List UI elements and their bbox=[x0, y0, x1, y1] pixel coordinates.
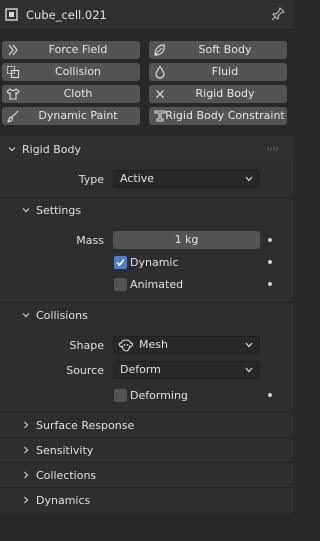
soft-body-label: Soft Body bbox=[198, 43, 252, 56]
settings-title: Settings bbox=[36, 204, 82, 217]
collision-icon bbox=[6, 65, 20, 79]
source-label: Source bbox=[66, 364, 104, 377]
rigid-body-panel-title: Rigid Body bbox=[22, 143, 81, 156]
cloth-icon bbox=[6, 88, 20, 100]
mesh-monkey-icon bbox=[118, 339, 134, 352]
chevron-down-icon bbox=[22, 208, 30, 213]
deforming-checkbox[interactable] bbox=[114, 389, 127, 402]
rigid-body-constraint-icon bbox=[154, 110, 166, 122]
soft-body-button[interactable]: Soft Body bbox=[149, 41, 287, 59]
collisions-title: Collisions bbox=[36, 309, 88, 322]
dynamic-paint-icon bbox=[7, 110, 19, 123]
mass-field[interactable]: 1 kg bbox=[113, 231, 260, 249]
source-value: Deform bbox=[120, 363, 161, 376]
keyframe-dot-icon[interactable] bbox=[268, 282, 272, 286]
force-field-icon bbox=[8, 44, 18, 56]
collision-label: Collision bbox=[54, 65, 102, 78]
properties-header: Cube_cell.021 bbox=[0, 0, 293, 30]
dropdown-arrow-icon bbox=[245, 367, 253, 373]
object-name: Cube_cell.021 bbox=[26, 8, 107, 22]
empty-area bbox=[0, 513, 293, 541]
checkmark-icon bbox=[116, 258, 125, 267]
force-field-label: Force Field bbox=[48, 43, 108, 56]
collections-title: Collections bbox=[36, 469, 97, 482]
rigid-body-label: Rigid Body bbox=[195, 87, 255, 100]
collision-button[interactable]: Collision bbox=[2, 63, 140, 81]
rigid-body-button[interactable]: Rigid Body bbox=[149, 85, 287, 103]
keyframe-dot-icon[interactable] bbox=[268, 393, 272, 397]
dynamic-label: Dynamic bbox=[130, 256, 179, 269]
dropdown-arrow-icon bbox=[245, 342, 253, 348]
chevron-right-icon bbox=[24, 446, 29, 454]
rigid-body-panel-header[interactable]: Rigid Body bbox=[0, 137, 293, 161]
animated-checkbox[interactable] bbox=[114, 278, 127, 291]
fluid-icon bbox=[155, 65, 165, 79]
shape-value: Mesh bbox=[139, 338, 168, 351]
sensitivity-subpanel-header[interactable]: Sensitivity bbox=[0, 438, 293, 462]
keyframe-dot-icon[interactable] bbox=[268, 238, 272, 242]
cloth-label: Cloth bbox=[63, 87, 93, 100]
dynamics-subpanel-header[interactable]: Dynamics bbox=[0, 488, 293, 512]
dynamic-paint-button[interactable]: Dynamic Paint bbox=[2, 107, 140, 125]
mass-label: Mass bbox=[76, 234, 104, 247]
collisions-subpanel-header[interactable]: Collisions bbox=[0, 303, 293, 327]
dynamic-paint-label: Dynamic Paint bbox=[38, 109, 118, 122]
drag-grip-icon[interactable] bbox=[267, 147, 279, 151]
sensitivity-title: Sensitivity bbox=[36, 444, 94, 457]
dropdown-arrow-icon bbox=[245, 176, 253, 182]
surface-response-title: Surface Response bbox=[36, 419, 135, 432]
surface-response-subpanel-header[interactable]: Surface Response bbox=[0, 413, 293, 437]
collections-subpanel-header[interactable]: Collections bbox=[0, 463, 293, 487]
rigid-body-remove-icon bbox=[156, 90, 164, 98]
chevron-down-icon bbox=[22, 313, 30, 318]
rigid-body-constraint-label: Rigid Body Constraint bbox=[165, 109, 285, 122]
shape-label: Shape bbox=[69, 339, 104, 352]
keyframe-dot-icon[interactable] bbox=[268, 260, 272, 264]
soft-body-icon bbox=[154, 44, 165, 56]
cloth-button[interactable]: Cloth bbox=[2, 85, 140, 103]
deforming-label: Deforming bbox=[130, 389, 188, 402]
type-value: Active bbox=[120, 172, 155, 185]
rigid-body-constraint-button[interactable]: Rigid Body Constraint bbox=[149, 107, 287, 125]
pin-icon[interactable] bbox=[271, 7, 285, 21]
fluid-label: Fluid bbox=[211, 65, 239, 78]
dynamics-title: Dynamics bbox=[36, 494, 91, 507]
dynamic-checkbox[interactable] bbox=[114, 256, 127, 269]
chevron-down-icon bbox=[8, 147, 16, 152]
source-dropdown[interactable]: Deform bbox=[113, 361, 260, 379]
animated-label: Animated bbox=[130, 278, 184, 291]
cube-object-icon bbox=[5, 8, 18, 21]
chevron-right-icon bbox=[24, 421, 29, 429]
force-field-button[interactable]: Force Field bbox=[2, 41, 140, 59]
shape-dropdown[interactable]: Mesh bbox=[113, 336, 260, 354]
type-label: Type bbox=[78, 173, 104, 186]
fluid-button[interactable]: Fluid bbox=[149, 63, 287, 81]
chevron-right-icon bbox=[24, 471, 29, 479]
type-dropdown[interactable]: Active bbox=[113, 170, 260, 188]
settings-subpanel-header[interactable]: Settings bbox=[0, 198, 293, 222]
chevron-right-icon bbox=[24, 496, 29, 504]
